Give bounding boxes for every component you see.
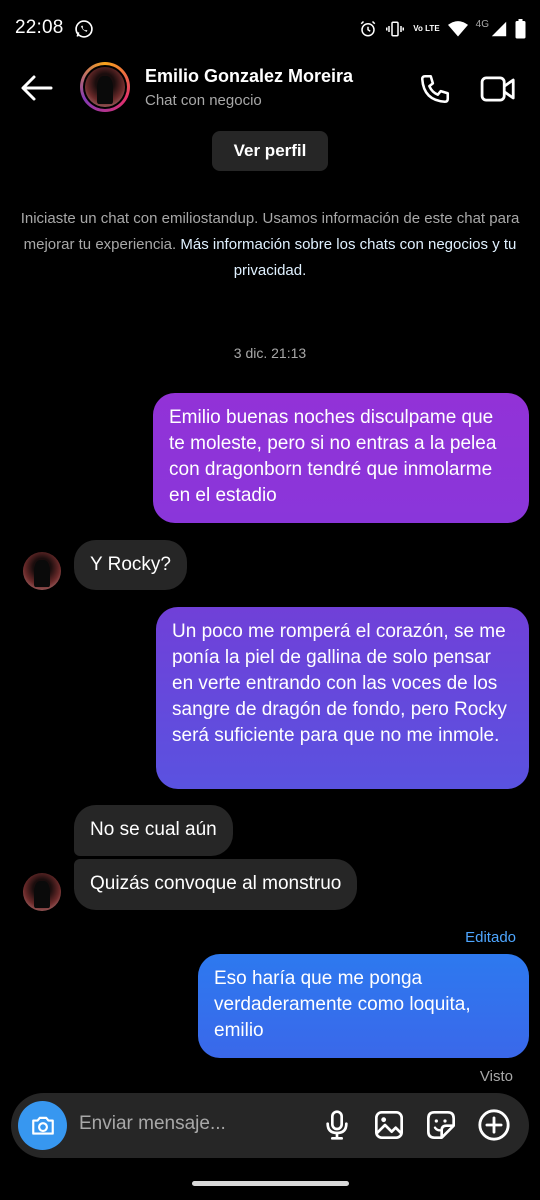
status-bar: 22:08 Vo LTE 4G bbox=[0, 0, 540, 58]
sender-avatar[interactable] bbox=[23, 873, 61, 911]
contact-avatar[interactable] bbox=[80, 62, 130, 112]
privacy-info-link[interactable]: Más información sobre los chats con nego… bbox=[180, 236, 516, 279]
volte-icon: Vo LTE bbox=[413, 24, 440, 33]
home-indicator[interactable] bbox=[192, 1181, 349, 1186]
status-time: 22:08 bbox=[15, 17, 64, 38]
network-type: 4G bbox=[475, 18, 489, 30]
chat-header: Emilio Gonzalez Moreira Chat con negocio bbox=[0, 58, 540, 120]
sender-avatar[interactable] bbox=[23, 552, 61, 590]
signal-icon bbox=[491, 21, 507, 37]
camera-icon bbox=[31, 1116, 54, 1135]
contact-subtitle: Chat con negocio bbox=[145, 92, 262, 109]
outgoing-message[interactable]: Emilio buenas noches disculpame que te m… bbox=[153, 393, 529, 523]
wifi-icon bbox=[447, 21, 468, 37]
avatar-image bbox=[85, 67, 125, 107]
message-input[interactable]: Enviar mensaje... bbox=[79, 1113, 226, 1135]
battery-icon bbox=[515, 19, 526, 39]
outgoing-message[interactable]: Un poco me romperá el corazón, se me pon… bbox=[156, 607, 529, 789]
seen-status: Visto bbox=[479, 1068, 513, 1085]
business-chat-notice: Iniciaste un chat con emiliostandup. Usa… bbox=[20, 206, 520, 284]
vibrate-icon bbox=[386, 21, 405, 37]
phone-icon[interactable] bbox=[418, 72, 452, 106]
message-composer: Enviar mensaje... bbox=[11, 1093, 529, 1158]
view-profile-button[interactable]: Ver perfil bbox=[212, 131, 328, 171]
alarm-icon bbox=[361, 20, 376, 37]
incoming-message[interactable]: Y Rocky? bbox=[74, 540, 187, 590]
camera-button[interactable] bbox=[18, 1101, 67, 1150]
plus-icon[interactable] bbox=[477, 1108, 511, 1142]
incoming-message[interactable]: Quizás convoque al monstruo bbox=[74, 859, 358, 910]
video-camera-icon[interactable] bbox=[480, 72, 516, 106]
outgoing-message[interactable]: Eso haría que me ponga verdaderamente co… bbox=[198, 954, 529, 1058]
sticker-icon[interactable] bbox=[425, 1109, 457, 1141]
incoming-message[interactable]: No se cual aún bbox=[74, 805, 233, 856]
gallery-icon[interactable] bbox=[373, 1109, 405, 1141]
contact-name[interactable]: Emilio Gonzalez Moreira bbox=[145, 66, 353, 87]
whatsapp-icon bbox=[75, 20, 93, 38]
edited-label: Editado bbox=[465, 929, 516, 946]
status-icons: Vo LTE 4G bbox=[359, 18, 526, 40]
message-timestamp: 3 dic. 21:13 bbox=[233, 345, 307, 361]
microphone-icon[interactable] bbox=[321, 1109, 353, 1141]
back-arrow-icon[interactable] bbox=[18, 72, 56, 104]
